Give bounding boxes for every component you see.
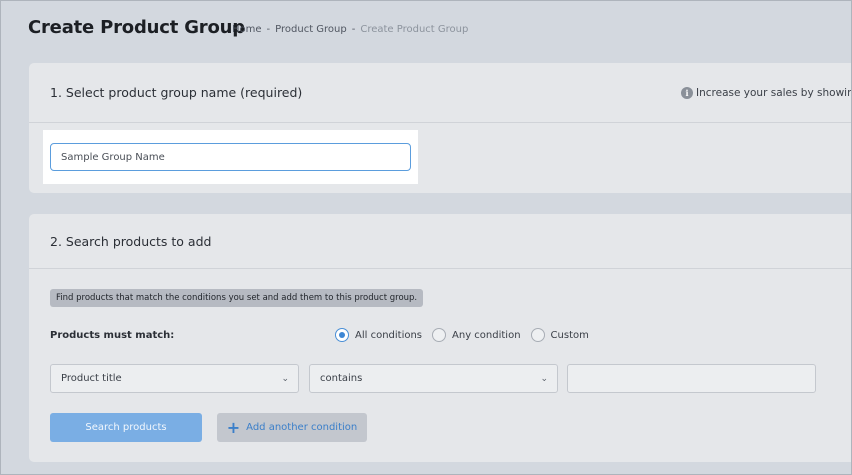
info-icon[interactable]: i — [681, 87, 693, 99]
search-notice: Find products that match the conditions … — [50, 289, 424, 307]
radio-custom[interactable]: Custom — [530, 328, 589, 342]
group-name-card-header: 1. Select product group name (required) … — [29, 63, 852, 123]
condition-operator-select[interactable]: contains ⌄ — [309, 364, 558, 393]
condition-operator-value: contains — [320, 373, 363, 384]
sales-hint-text: Increase your sales by showing — [696, 87, 852, 99]
search-products-card: 2. Search products to add Find products … — [29, 214, 852, 462]
breadcrumb-home[interactable]: Home — [232, 24, 262, 35]
radio-any-condition[interactable]: Any condition — [432, 328, 521, 342]
chevron-down-icon: ⌄ — [281, 373, 289, 384]
match-options: All conditions Any condition Custom — [335, 328, 589, 342]
radio-all-conditions[interactable]: All conditions — [335, 328, 422, 342]
add-condition-button[interactable]: + Add another condition — [217, 413, 367, 442]
breadcrumb-separator: - — [266, 24, 271, 35]
radio-checked-icon[interactable] — [335, 328, 349, 342]
radio-custom-label: Custom — [550, 329, 589, 341]
match-label: Products must match: — [50, 330, 175, 341]
breadcrumb-current: Create Product Group — [360, 24, 469, 35]
group-name-input[interactable] — [50, 143, 411, 171]
chevron-down-icon: ⌄ — [540, 373, 548, 384]
page-title: Create Product Group — [28, 17, 245, 38]
breadcrumb: Home - Product Group - Create Product Gr… — [232, 24, 468, 35]
sales-hint: i Increase your sales by showing — [681, 87, 852, 99]
search-products-title: 2. Search products to add — [50, 233, 212, 249]
radio-unchecked-icon[interactable] — [530, 328, 545, 342]
radio-unchecked-icon[interactable] — [432, 328, 447, 342]
condition-field-select[interactable]: Product title ⌄ — [50, 364, 299, 393]
breadcrumb-separator: - — [351, 24, 356, 35]
search-products-button[interactable]: Search products — [50, 413, 202, 442]
radio-all-conditions-label: All conditions — [355, 329, 423, 341]
radio-any-condition-label: Any condition — [452, 329, 521, 341]
group-name-title: 1. Select product group name (required) — [50, 85, 303, 100]
search-products-card-header: 2. Search products to add — [29, 214, 852, 269]
group-name-highlight — [43, 130, 418, 184]
plus-icon: + — [226, 417, 241, 437]
add-condition-label: Add another condition — [246, 422, 358, 433]
condition-value-input[interactable] — [567, 364, 816, 393]
condition-field-value: Product title — [61, 373, 122, 384]
breadcrumb-product-group[interactable]: Product Group — [275, 24, 347, 35]
